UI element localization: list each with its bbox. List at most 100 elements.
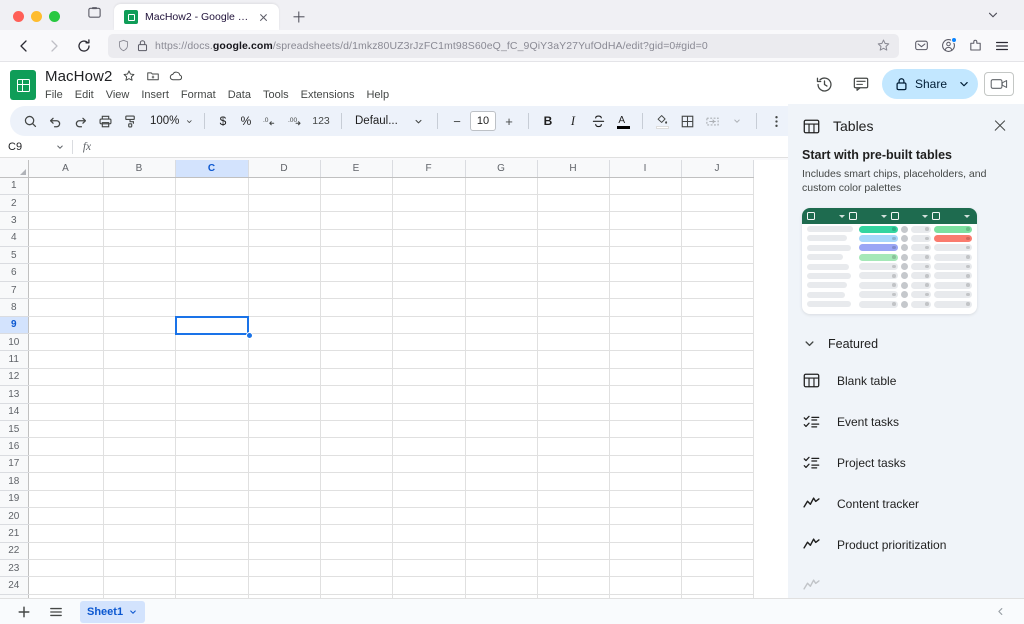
column-header-e[interactable]: E bbox=[320, 160, 392, 177]
cell-G19[interactable] bbox=[465, 490, 537, 507]
cell-A9[interactable] bbox=[28, 316, 103, 333]
name-box[interactable]: C9 bbox=[0, 136, 72, 158]
cell-C6[interactable] bbox=[175, 264, 248, 281]
cell-H18[interactable] bbox=[537, 473, 609, 490]
cell-C21[interactable] bbox=[175, 525, 248, 542]
cell-G6[interactable] bbox=[465, 264, 537, 281]
cell-F21[interactable] bbox=[392, 525, 465, 542]
cell-G14[interactable] bbox=[465, 403, 537, 420]
cell-A3[interactable] bbox=[28, 212, 103, 229]
prebuilt-table-preview[interactable] bbox=[802, 208, 977, 314]
google-meet-icon[interactable] bbox=[984, 72, 1014, 96]
cell-B3[interactable] bbox=[103, 212, 175, 229]
cell-E13[interactable] bbox=[320, 386, 392, 403]
cell-C24[interactable] bbox=[175, 577, 248, 594]
cell-B6[interactable] bbox=[103, 264, 175, 281]
shield-icon[interactable] bbox=[117, 39, 130, 52]
cell-I19[interactable] bbox=[609, 490, 681, 507]
star-icon[interactable] bbox=[876, 38, 892, 54]
cell-A16[interactable] bbox=[28, 438, 103, 455]
cell-C13[interactable] bbox=[175, 386, 248, 403]
cell-H5[interactable] bbox=[537, 247, 609, 264]
cell-B17[interactable] bbox=[103, 455, 175, 472]
increase-decimal-icon[interactable]: .00 bbox=[283, 109, 307, 133]
row-header-2[interactable]: 2 bbox=[0, 194, 28, 211]
row-header-20[interactable]: 20 bbox=[0, 507, 28, 524]
cell-A13[interactable] bbox=[28, 386, 103, 403]
cell-E15[interactable] bbox=[320, 420, 392, 437]
cell-A5[interactable] bbox=[28, 247, 103, 264]
increase-font-size-button[interactable]: + bbox=[497, 109, 521, 133]
row-header-7[interactable]: 7 bbox=[0, 281, 28, 298]
cell-J22[interactable] bbox=[681, 542, 753, 559]
undo-icon[interactable] bbox=[43, 109, 67, 133]
cell-H21[interactable] bbox=[537, 525, 609, 542]
cell-I16[interactable] bbox=[609, 438, 681, 455]
cell-H24[interactable] bbox=[537, 577, 609, 594]
cell-I21[interactable] bbox=[609, 525, 681, 542]
cell-F20[interactable] bbox=[392, 507, 465, 524]
cell-G2[interactable] bbox=[465, 194, 537, 211]
cell-D7[interactable] bbox=[248, 281, 320, 298]
cell-I13[interactable] bbox=[609, 386, 681, 403]
cell-H13[interactable] bbox=[537, 386, 609, 403]
cell-G9[interactable] bbox=[465, 316, 537, 333]
row-header-14[interactable]: 14 bbox=[0, 403, 28, 420]
fill-handle[interactable] bbox=[246, 332, 253, 339]
cell-F19[interactable] bbox=[392, 490, 465, 507]
chevron-down-icon[interactable] bbox=[406, 109, 430, 133]
column-header-g[interactable]: G bbox=[465, 160, 537, 177]
cell-I20[interactable] bbox=[609, 507, 681, 524]
row-header-1[interactable]: 1 bbox=[0, 177, 28, 194]
cell-D24[interactable] bbox=[248, 577, 320, 594]
cell-J14[interactable] bbox=[681, 403, 753, 420]
column-header-j[interactable]: J bbox=[681, 160, 753, 177]
cell-B22[interactable] bbox=[103, 542, 175, 559]
cell-J19[interactable] bbox=[681, 490, 753, 507]
cell-F23[interactable] bbox=[392, 560, 465, 577]
cell-A6[interactable] bbox=[28, 264, 103, 281]
cell-F10[interactable] bbox=[392, 334, 465, 351]
italic-button[interactable]: I bbox=[561, 109, 585, 133]
cell-A12[interactable] bbox=[28, 368, 103, 385]
cell-B10[interactable] bbox=[103, 334, 175, 351]
cell-G11[interactable] bbox=[465, 351, 537, 368]
row-header-10[interactable]: 10 bbox=[0, 334, 28, 351]
cell-G23[interactable] bbox=[465, 560, 537, 577]
cell-G24[interactable] bbox=[465, 577, 537, 594]
cell-D6[interactable] bbox=[248, 264, 320, 281]
cell-F7[interactable] bbox=[392, 281, 465, 298]
cell-B9[interactable] bbox=[103, 316, 175, 333]
cell-C1[interactable] bbox=[175, 177, 248, 194]
cell-H9[interactable] bbox=[537, 316, 609, 333]
cell-J10[interactable] bbox=[681, 334, 753, 351]
cell-G20[interactable] bbox=[465, 507, 537, 524]
back-arrow-icon[interactable] bbox=[10, 32, 38, 60]
cell-A22[interactable] bbox=[28, 542, 103, 559]
cell-G16[interactable] bbox=[465, 438, 537, 455]
forward-arrow-icon[interactable] bbox=[40, 32, 68, 60]
table-template-item-clipped[interactable] bbox=[802, 565, 1010, 598]
cell-A21[interactable] bbox=[28, 525, 103, 542]
cell-H14[interactable] bbox=[537, 403, 609, 420]
cell-E1[interactable] bbox=[320, 177, 392, 194]
column-header-b[interactable]: B bbox=[103, 160, 175, 177]
cell-G10[interactable] bbox=[465, 334, 537, 351]
cell-H20[interactable] bbox=[537, 507, 609, 524]
cell-F13[interactable] bbox=[392, 386, 465, 403]
table-template-item-content-tracker[interactable]: Content tracker bbox=[802, 483, 1010, 524]
row-header-21[interactable]: 21 bbox=[0, 525, 28, 542]
cell-B4[interactable] bbox=[103, 229, 175, 246]
cell-E11[interactable] bbox=[320, 351, 392, 368]
cell-C7[interactable] bbox=[175, 281, 248, 298]
cell-I5[interactable] bbox=[609, 247, 681, 264]
more-formats-button[interactable]: 123 bbox=[308, 109, 334, 133]
menu-edit[interactable]: Edit bbox=[75, 88, 94, 102]
cell-J11[interactable] bbox=[681, 351, 753, 368]
move-to-folder-icon[interactable] bbox=[145, 69, 160, 84]
cell-D15[interactable] bbox=[248, 420, 320, 437]
list-all-tabs-icon[interactable] bbox=[80, 0, 108, 30]
version-history-icon[interactable] bbox=[810, 69, 840, 99]
cell-D8[interactable] bbox=[248, 299, 320, 316]
font-size-input[interactable]: 10 bbox=[470, 111, 496, 131]
